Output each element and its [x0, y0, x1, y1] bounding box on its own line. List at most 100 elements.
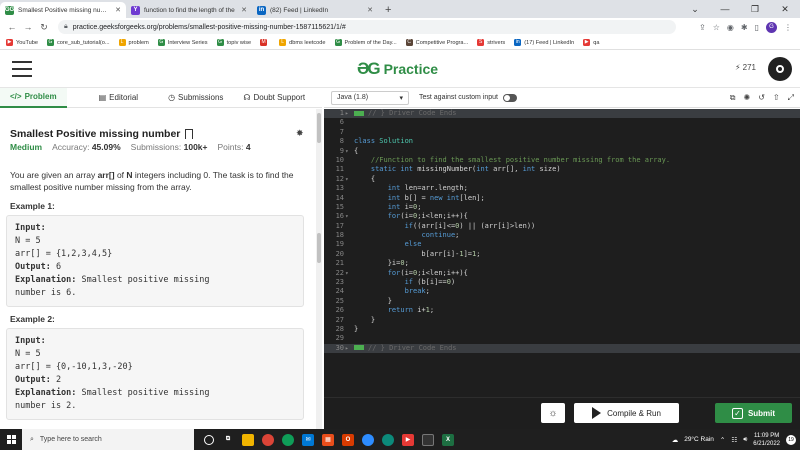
sidepanel-icon[interactable]: ▯ — [755, 23, 759, 32]
cortana-icon[interactable] — [204, 434, 214, 445]
collapsed-region-marker[interactable] — [354, 345, 364, 351]
theme-toggle-icon[interactable]: ☼ — [541, 403, 565, 423]
language-value: Java (1.8) — [337, 94, 369, 101]
editor-bottom-bar: ☼ Compile & Run ✓ Submit — [324, 397, 800, 429]
problem-meta: Medium Accuracy: 45.09% Submissions: 100… — [10, 142, 251, 152]
bookmark-label: (17) Feed | LinkedIn — [524, 39, 575, 46]
expand-icon[interactable]: ⤢ — [788, 93, 794, 103]
close-tab-icon[interactable]: ✕ — [241, 6, 247, 14]
close-tab-icon[interactable]: ✕ — [367, 6, 373, 14]
maximize-icon[interactable]: ❐ — [740, 0, 770, 18]
code-text: else — [404, 240, 422, 249]
zoom-icon[interactable] — [362, 433, 374, 446]
submit-button[interactable]: ✓ Submit — [715, 403, 792, 423]
notification-badge[interactable]: 19 — [786, 434, 796, 445]
youtube-icon[interactable]: ▶ — [402, 433, 414, 446]
reload-icon[interactable]: ↻ — [36, 22, 52, 33]
gfg-icon: G — [46, 39, 54, 46]
fold-toggle-icon[interactable]: ▸ — [345, 344, 349, 353]
reset-icon[interactable]: ↺ — [758, 93, 765, 103]
minimize-icon[interactable]: — — [710, 0, 740, 18]
close-tab-icon[interactable]: ✕ — [115, 6, 121, 14]
code-line: 28} — [335, 324, 359, 333]
gfg-icon: G — [216, 39, 224, 46]
compile-run-label: Compile & Run — [607, 408, 661, 418]
tab-editorial[interactable]: ▤ Editorial — [89, 88, 148, 108]
bookmark-item[interactable]: Ldbms leetcode — [279, 39, 326, 46]
profile-avatar[interactable]: G — [766, 21, 777, 33]
custom-input-toggle[interactable] — [503, 93, 517, 102]
code-editor[interactable]: 1 ▸// } Driver Code Ends 6 7 8 class Solution… — [324, 109, 800, 397]
weather-text[interactable]: 29°C Rain — [684, 436, 714, 443]
clock[interactable]: 11:09 PM 6/21/2022 — [753, 432, 780, 448]
bug-report-icon[interactable]: ✸ — [296, 128, 304, 139]
puzzle-icon[interactable]: ✱ — [741, 23, 748, 32]
task-view-icon[interactable]: ⧉ — [222, 434, 234, 446]
windows-start-icon[interactable] — [0, 429, 22, 450]
fold-toggle-icon[interactable]: ▸ — [345, 109, 349, 118]
office-icon[interactable]: O — [342, 433, 354, 446]
file-explorer-icon[interactable] — [242, 433, 254, 446]
gfg-logo[interactable]: ƏG Practice — [357, 59, 438, 79]
bookmark-item[interactable]: C Competitive Progra... — [405, 39, 469, 46]
user-avatar[interactable] — [768, 57, 792, 81]
bookmark-item[interactable]: G Interview Series — [157, 39, 208, 46]
new-tab-button[interactable]: + — [378, 2, 398, 18]
url-input[interactable]: 🔒︎ practice.geeksforgeeks.org/problems/s… — [58, 20, 676, 34]
full-screen-icon[interactable]: ⧉ — [730, 93, 736, 103]
bookmark-item[interactable]: M — [260, 39, 270, 46]
network-icon[interactable]: ☷ — [731, 436, 737, 444]
fold-toggle-icon[interactable]: ▾ — [345, 212, 349, 221]
edge-icon[interactable] — [382, 433, 394, 446]
close-window-icon[interactable]: ✕ — [770, 0, 800, 18]
back-icon[interactable]: ← — [4, 22, 20, 32]
collapsed-region-marker[interactable] — [354, 110, 364, 116]
bookmark-item[interactable]: in (17) Feed | LinkedIn — [514, 39, 574, 46]
fold-toggle-icon[interactable]: ▾ — [345, 175, 349, 184]
bookmark-item[interactable]: ▶ qa — [583, 39, 599, 46]
media-player-icon[interactable] — [422, 433, 434, 446]
browser-tab-title: Smallest Positive missing numbe — [18, 6, 113, 14]
forward-icon[interactable]: → — [20, 22, 36, 32]
browser-tab-gfg[interactable]: GG Smallest Positive missing numbe ✕ — [0, 2, 126, 18]
browser-tab-yahoo[interactable]: Y function to find the length of the ✕ — [126, 2, 252, 18]
problem-scrollbar[interactable] — [316, 109, 322, 429]
chrome-icon[interactable] — [262, 433, 274, 446]
bookmark-item[interactable]: G Problem of the Day... — [334, 39, 397, 46]
tab-doubt-support[interactable]: ☊ Doubt Support — [233, 88, 315, 108]
settings-icon[interactable]: ✺ — [743, 93, 750, 103]
bookmark-label: qa — [593, 39, 600, 46]
bookmark-item[interactable]: Sstrivers — [477, 39, 505, 46]
excel-icon[interactable]: X — [442, 433, 454, 446]
browser-tab-title: function to find the length of the — [144, 6, 235, 14]
chevron-up-icon[interactable]: ⌃ — [720, 436, 725, 444]
mail-icon[interactable]: ✉ — [302, 433, 314, 446]
share-icon[interactable]: ⇪ — [699, 23, 706, 32]
bookmark-label: Competitive Progra... — [415, 39, 469, 46]
browser-tab-linkedin[interactable]: in (82) Feed | LinkedIn ✕ — [252, 2, 378, 18]
calendar-icon[interactable]: ▦ — [322, 433, 334, 446]
star-icon[interactable]: ☆ — [713, 23, 720, 32]
share-icon[interactable]: ⇧ — [773, 93, 780, 103]
fold-toggle-icon[interactable]: ▾ — [345, 147, 349, 156]
taskbar-search-input[interactable]: ⌕ Type here to search — [22, 429, 194, 450]
bookmark-item[interactable]: Lproblem — [118, 39, 149, 46]
language-select[interactable]: Java (1.8) ▾ — [331, 90, 409, 105]
system-tray: ☁ 29°C Rain ⌃ ☷ 🔊︎ 11:09 PM 6/21/2022 19 — [672, 429, 796, 450]
extension-icon[interactable]: ◉ — [727, 23, 734, 32]
compile-run-button[interactable]: Compile & Run — [574, 403, 679, 423]
tab-search-icon[interactable]: ⌄ — [680, 0, 710, 18]
fold-toggle-icon[interactable]: ▾ — [345, 269, 349, 278]
tab-problem[interactable]: </> Problem — [0, 87, 67, 108]
bookmark-item[interactable]: Gtopiv wise — [216, 39, 251, 46]
gfg-icon: G — [334, 39, 342, 46]
code-text: if (b[i]==0) — [404, 278, 456, 287]
bookmark-item[interactable]: ▶ YouTube — [6, 39, 38, 46]
bookmark-item[interactable]: Gcore_sub_tutorial(o... — [46, 39, 110, 46]
chrome-profile-icon[interactable] — [282, 433, 294, 446]
menu-dots-icon[interactable]: ⋮ — [784, 23, 792, 32]
volume-icon[interactable]: 🔊︎ — [743, 436, 747, 444]
tab-submissions[interactable]: ◷ Submissions — [158, 88, 233, 108]
bookmark-icon[interactable] — [185, 129, 194, 139]
hamburger-menu-icon[interactable] — [12, 61, 32, 77]
